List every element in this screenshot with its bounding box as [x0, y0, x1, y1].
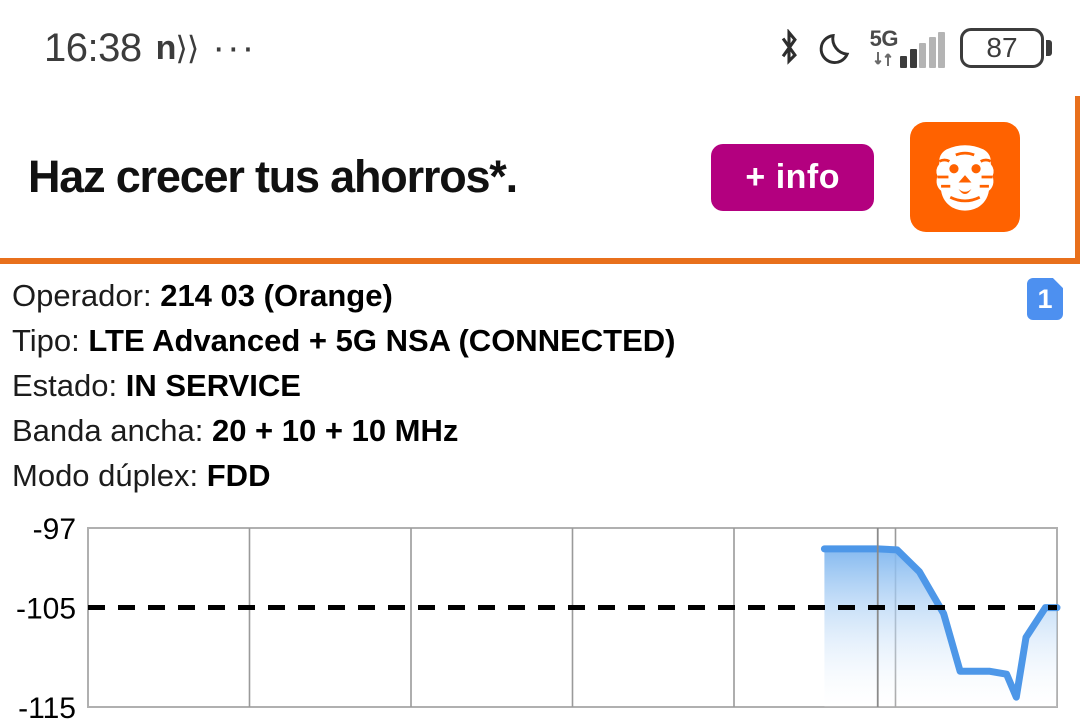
chart-area-fill — [824, 548, 1057, 707]
chart-ytick-label: -97 — [33, 513, 76, 546]
signal-strength-chart[interactable]: -97 -105 -115 — [0, 511, 1080, 720]
status-bar: 16:38 n ⟩⟩ ··· 5G 87 — [0, 0, 1080, 96]
info-value-state: IN SERVICE — [125, 367, 301, 403]
info-value-bandwidth: 20 + 10 + 10 MHz — [211, 412, 459, 448]
battery-body: 87 — [960, 28, 1044, 68]
signal-bars-icon — [900, 32, 945, 68]
battery-cap — [1046, 40, 1052, 56]
bluetooth-icon — [774, 28, 804, 67]
info-row: Banda ancha: 20 + 10 + 10 MHz — [12, 409, 1080, 454]
info-row: Modo dúplex: FDD — [12, 454, 1080, 499]
info-value-type: LTE Advanced + 5G NSA (CONNECTED) — [88, 322, 676, 358]
battery-level-label: 87 — [986, 32, 1018, 63]
info-label-duplex: Modo dúplex: — [12, 457, 199, 493]
moon-icon — [819, 29, 855, 67]
info-label-type: Tipo: — [12, 322, 80, 358]
info-value-duplex: FDD — [206, 457, 271, 493]
chart-ytick-label: -105 — [16, 592, 76, 625]
battery-icon: 87 — [960, 28, 1052, 68]
ad-more-info-button[interactable]: + info — [711, 143, 874, 211]
ad-headline: Haz crecer tus ahorros*. — [28, 151, 518, 202]
data-transfer-arrows-icon — [873, 50, 895, 68]
info-label-bandwidth: Banda ancha: — [12, 412, 204, 448]
sim-slot-badge[interactable]: 1 — [1027, 278, 1063, 320]
ing-lion-logo-icon[interactable] — [910, 122, 1020, 232]
nfc-icon: n ⟩⟩ — [155, 28, 200, 68]
status-bar-left: 16:38 n ⟩⟩ ··· — [44, 26, 256, 71]
network-type-label: 5G — [869, 26, 899, 51]
notification-overflow-icon: ··· — [212, 27, 257, 69]
info-value-operator: 214 03 (Orange) — [160, 278, 393, 313]
info-row: Tipo: LTE Advanced + 5G NSA (CONNECTED) — [12, 319, 1080, 364]
network-status-group: 5G — [870, 28, 945, 68]
cell-info-panel: Operador: 214 03 (Orange) Tipo: LTE Adva… — [0, 264, 1080, 505]
info-row: Estado: IN SERVICE — [12, 364, 1080, 409]
advertisement-banner[interactable]: Haz crecer tus ahorros*. + info — [0, 96, 1080, 264]
nfc-glyph: n — [155, 28, 177, 67]
info-label-operator: Operador: — [12, 278, 152, 313]
status-bar-right: 5G 87 — [774, 28, 1052, 68]
signal-chart-svg[interactable]: -97 -105 -115 — [0, 511, 1080, 720]
chart-ytick-label: -115 — [18, 692, 76, 720]
clock: 16:38 — [44, 25, 142, 70]
nfc-waves: ⟩⟩ — [175, 29, 199, 66]
info-row: Operador: 214 03 (Orange) — [12, 274, 1080, 319]
network-type-block: 5G — [869, 26, 899, 68]
info-label-state: Estado: — [12, 367, 118, 403]
